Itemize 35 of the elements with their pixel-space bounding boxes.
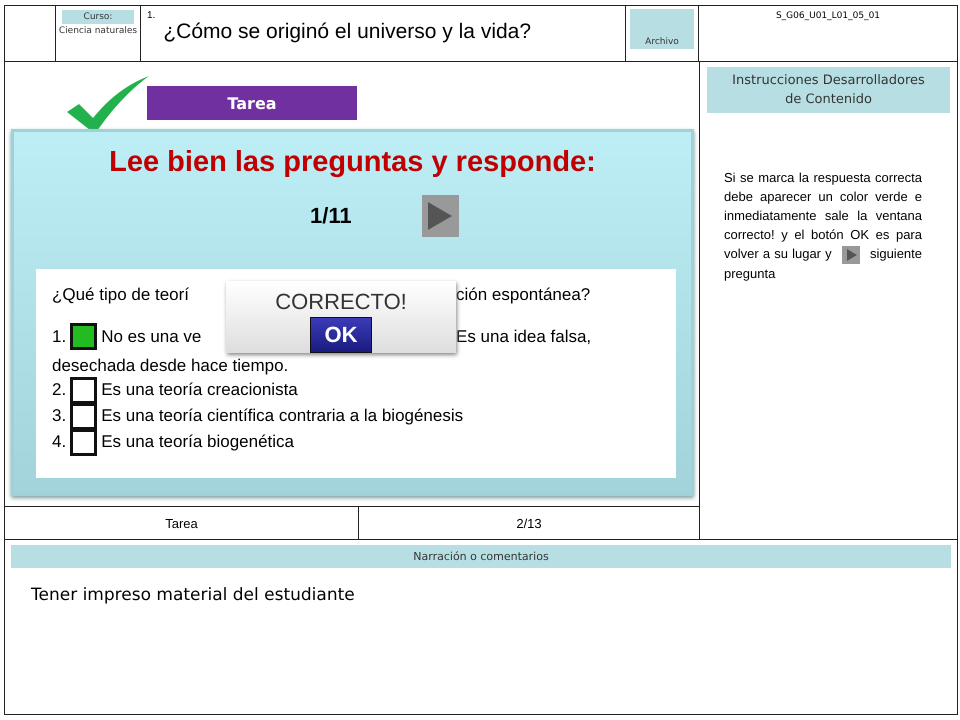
option-number: 4. (52, 432, 66, 452)
answer-checkbox[interactable] (70, 402, 98, 430)
option-text: Es una teoría científica contraria a la biogénesis (101, 406, 464, 426)
instructions-text: Si se marca la respuesta correcta debe aparecer un color verde e inmediatamente sale la ventana correcto! y el botón OK es para volver a su lugar y siguiente pregunta (724, 169, 922, 283)
question-text: ción espontánea? (456, 285, 592, 305)
option-text: Es una teoría creacionista (101, 380, 298, 400)
question-text: ¿Qué tipo de teorí (52, 285, 190, 305)
slide-number: 1. (147, 10, 156, 21)
answer-checkbox[interactable] (70, 323, 98, 350)
instructions-heading: Instrucciones Desarrolladores de Contenido (707, 67, 950, 113)
narration-label: Narración o comentarios (11, 545, 951, 568)
next-button[interactable] (422, 195, 459, 237)
slide-title: ¿Cómo se originó el universo y la vida? (163, 20, 532, 44)
option-text: Es una idea falsa, (456, 326, 592, 346)
popup-message: CORRECTO! (275, 289, 407, 315)
option-number: 2. (52, 380, 66, 400)
file-label: Archivo (630, 9, 694, 49)
table-cell: Tarea (165, 516, 198, 530)
answer-checkbox[interactable] (70, 376, 98, 404)
option-text: No es una ve (101, 326, 202, 346)
task-banner: Tarea (147, 86, 357, 120)
ok-button[interactable]: OK (310, 317, 372, 353)
answer-checkbox[interactable] (70, 428, 98, 456)
course-label: Curso: (62, 10, 134, 24)
option-number: 3. (52, 406, 66, 426)
option-number: 1. (52, 326, 66, 346)
course-name: Ciencia naturales (58, 26, 138, 36)
question-counter: 1/11 (310, 203, 352, 229)
option-text: Es una teoría biogenética (101, 432, 294, 452)
play-icon (842, 246, 860, 264)
table-cell: 2/13 (516, 516, 542, 530)
slide-code: S_G06_U01_L01_05_01 (776, 11, 880, 21)
narration-text: Tener impreso material del estudiante (31, 585, 356, 605)
activity-heading: Lee bien las preguntas y responde: (108, 146, 597, 179)
option-text: desechada desde hace tiempo. (52, 355, 290, 377)
